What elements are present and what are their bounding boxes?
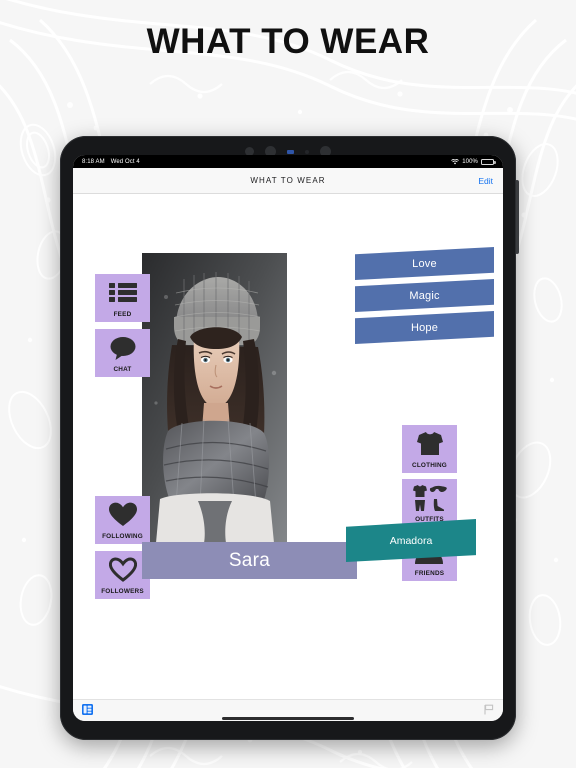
list-icon — [95, 274, 150, 312]
profile-canvas: Love Magic Hope FEED CHAT FOLLOWING FOLL… — [73, 194, 503, 699]
home-indicator[interactable] — [222, 717, 354, 720]
ribbon-magic[interactable]: Magic — [355, 279, 494, 312]
profile-location: Amadora — [389, 534, 433, 547]
profile-location-banner[interactable]: Amadora — [346, 519, 476, 562]
tablet-screen: 8:18 AM Wed Oct 4 100% WHAT TO WEAR Edit… — [73, 155, 503, 721]
status-bar: 8:18 AM Wed Oct 4 100% — [73, 155, 503, 168]
microphone-icon — [305, 149, 309, 154]
ribbon-label: Hope — [410, 321, 439, 334]
portrait-photo[interactable] — [142, 253, 287, 543]
tablet-device-frame: 8:18 AM Wed Oct 4 100% WHAT TO WEAR Edit… — [60, 136, 519, 740]
wifi-icon — [451, 158, 460, 165]
app-switcher-icon[interactable] — [82, 702, 93, 720]
ribbon-love[interactable]: Love — [355, 247, 494, 280]
tile-label: CLOTHING — [412, 461, 447, 469]
ribbon-hope[interactable]: Hope — [355, 311, 494, 344]
app-navigation-bar: WHAT TO WEAR Edit — [73, 168, 503, 194]
flag-icon[interactable] — [484, 702, 494, 720]
outfit-grid-icon — [402, 479, 457, 517]
tile-label: FOLLOWERS — [101, 587, 144, 595]
tile-clothing[interactable]: CLOTHING — [402, 425, 457, 473]
tile-feed[interactable]: FEED — [95, 274, 150, 322]
speech-bubble-icon — [95, 329, 150, 367]
tile-chat[interactable]: CHAT — [95, 329, 150, 377]
battery-percent-label: 100% — [462, 158, 478, 165]
ribbon-label: Magic — [409, 289, 440, 302]
power-button[interactable] — [515, 180, 519, 254]
heart-filled-icon — [95, 496, 150, 534]
tile-label: FOLLOWING — [102, 532, 143, 540]
tile-label: FRIENDS — [414, 569, 445, 577]
status-bar-left: 8:18 AM Wed Oct 4 — [82, 159, 140, 165]
status-bar-right: 100% — [451, 158, 496, 165]
ribbon-label: Love — [412, 257, 437, 270]
status-date: Wed Oct 4 — [110, 158, 140, 165]
sensor-icon — [287, 149, 294, 154]
tile-label: FEED — [113, 310, 132, 318]
edit-button[interactable]: Edit — [478, 176, 493, 186]
profile-name: Sara — [228, 549, 271, 571]
tile-following[interactable]: FOLLOWING — [95, 496, 150, 544]
bottom-toolbar — [73, 699, 503, 721]
status-time: 8:18 AM — [82, 158, 105, 165]
tshirt-icon — [402, 425, 457, 463]
battery-full-icon — [481, 158, 496, 165]
page-title: WHAT TO WEAR — [146, 22, 430, 61]
profile-name-bar[interactable]: Sara — [142, 542, 357, 579]
tile-label: CHAT — [113, 365, 132, 373]
app-title: WHAT TO WEAR — [250, 176, 326, 185]
